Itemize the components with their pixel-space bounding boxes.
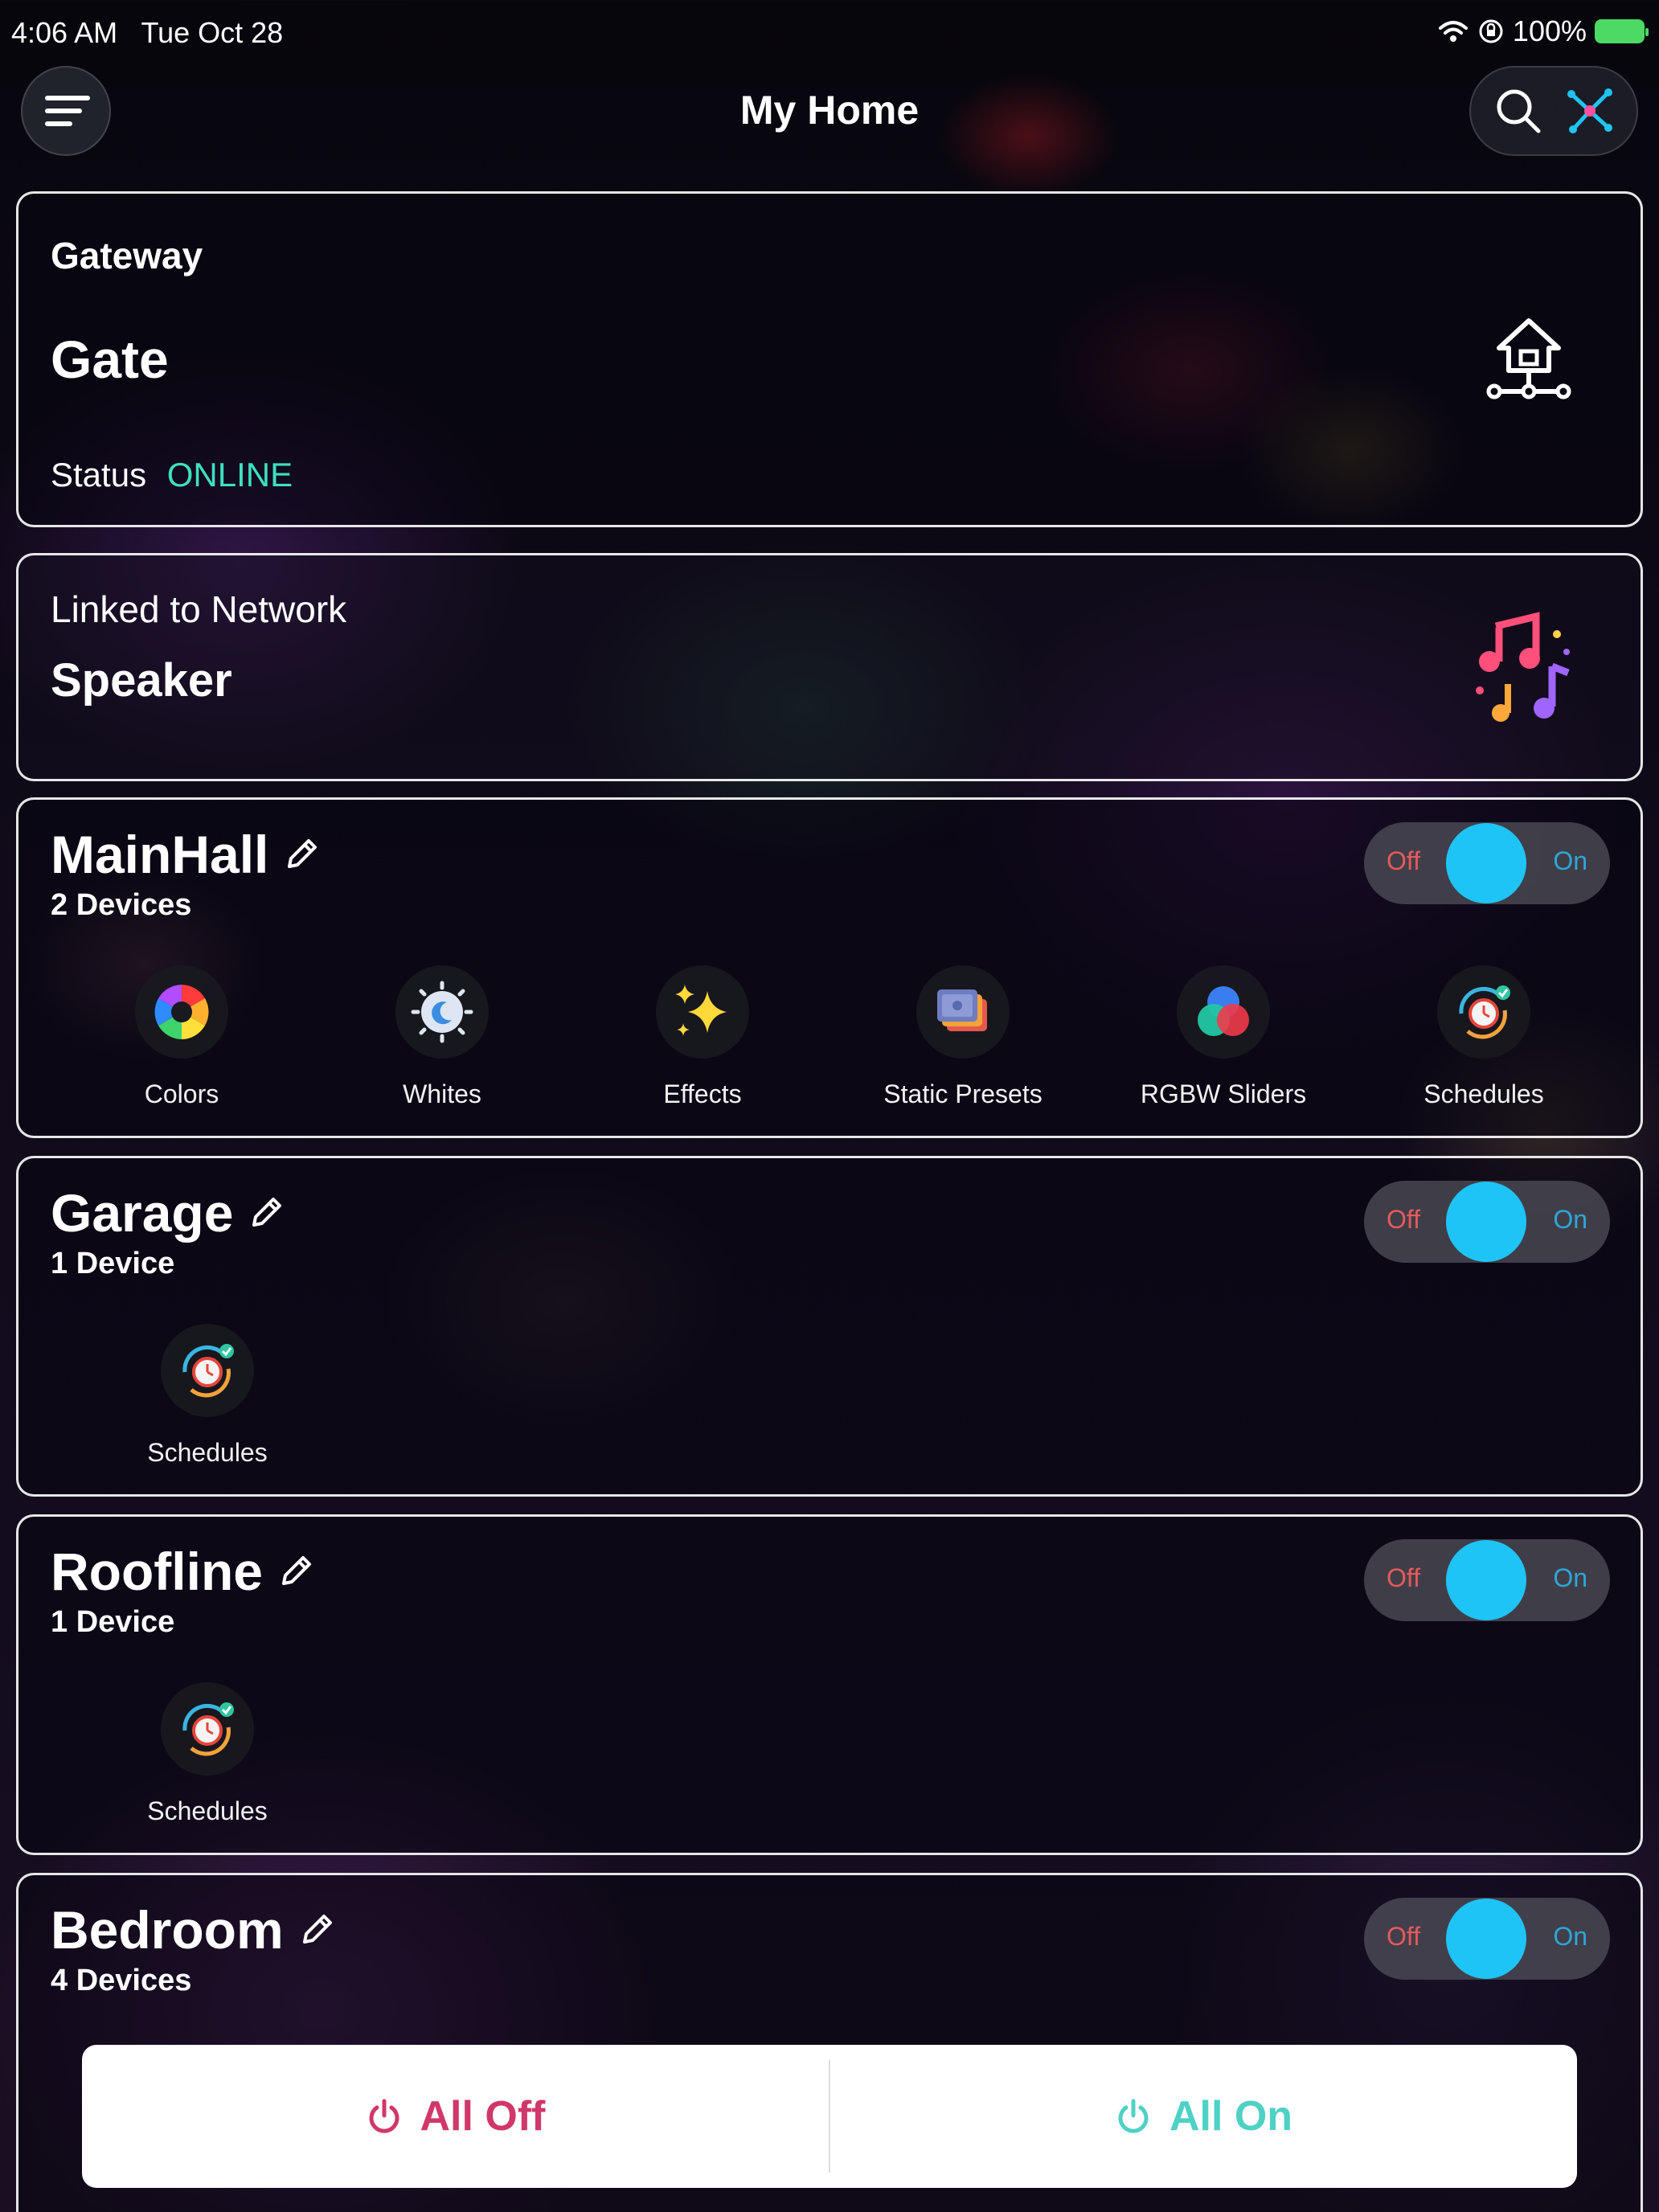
gateway-name: Gate [51, 330, 169, 389]
timer-icon [161, 1682, 254, 1776]
status-indicators: 100% [1437, 14, 1649, 48]
gateway-status: Status ONLINE [51, 456, 293, 494]
toggle-off-label: Off [1387, 1205, 1421, 1234]
gateway-card[interactable]: Gateway Gate Status ONLINE [16, 191, 1643, 527]
device-count: 4 Devices [51, 1964, 192, 1997]
sparkles-icon [656, 965, 749, 1059]
room-title: MainHall [51, 825, 269, 884]
room-power-toggle[interactable]: Off On [1364, 1898, 1610, 1980]
room-card-roofline[interactable]: Roofline 1 Device Off On Schedules [16, 1514, 1643, 1855]
speaker-name: Speaker [51, 654, 232, 707]
feature-row: Schedules [18, 1682, 1645, 1827]
speaker-card[interactable]: Linked to Network Speaker [16, 553, 1643, 781]
toggle-knob[interactable] [1446, 1182, 1526, 1262]
room-power-toggle[interactable]: Off On [1364, 1181, 1610, 1263]
room-name: Garage [51, 1182, 285, 1243]
feature-label: Schedules [147, 1796, 268, 1825]
power-icon [1118, 2099, 1149, 2133]
room-name: MainHall [51, 824, 320, 885]
speaker-label: Linked to Network [51, 588, 347, 630]
toggle-off-label: Off [1387, 1922, 1421, 1951]
feature-colors[interactable]: Colors [69, 965, 294, 1109]
status-bar: 4:06 AM Tue Oct 28 100% [0, 0, 1659, 64]
all-on-label: All On [1169, 2093, 1293, 2140]
home-network-icon [1486, 318, 1571, 399]
toggle-on-label: On [1553, 1922, 1587, 1951]
room-power-toggle[interactable]: Off On [1364, 822, 1610, 904]
timer-icon [161, 1324, 254, 1417]
pencil-icon[interactable] [298, 1911, 335, 1948]
feature-label: RGBW Sliders [1140, 1079, 1307, 1108]
feature-schedules[interactable]: Schedules [1371, 965, 1596, 1109]
clock-date: Tue Oct 28 [141, 16, 284, 49]
pencil-icon[interactable] [248, 1194, 285, 1231]
device-count: 1 Device [51, 1605, 175, 1639]
all-on-button[interactable]: All On [830, 2045, 1577, 2188]
room-card-mainhall[interactable]: MainHall 2 Devices Off On Colors Whites … [16, 797, 1643, 1138]
room-name: Bedroom [51, 1899, 335, 1960]
timer-icon [1437, 965, 1530, 1059]
power-icon [369, 2099, 399, 2133]
toggle-off-label: Off [1387, 1563, 1421, 1592]
feature-static-presets[interactable]: Static Presets [850, 965, 1075, 1109]
toggle-on-label: On [1553, 1563, 1587, 1592]
feature-label: Schedules [147, 1438, 268, 1467]
rgb-circles-icon [1177, 965, 1270, 1059]
search-icon[interactable] [1490, 83, 1546, 139]
room-power-toggle[interactable]: Off On [1364, 1539, 1610, 1621]
room-title: Garage [51, 1183, 234, 1243]
color-wheel-icon [135, 965, 228, 1059]
toggle-knob[interactable] [1446, 823, 1526, 903]
status-label: Status [51, 456, 147, 494]
pencil-icon[interactable] [283, 836, 320, 873]
feature-rgbw-sliders[interactable]: RGBW Sliders [1111, 965, 1336, 1109]
all-off-label: All Off [420, 2093, 546, 2140]
feature-whites[interactable]: Whites [330, 965, 555, 1109]
gateway-label: Gateway [51, 235, 203, 276]
room-name: Roofline [51, 1541, 314, 1602]
status-value: ONLINE [166, 456, 293, 494]
battery-percent: 100% [1512, 14, 1587, 47]
feature-row: Schedules [18, 1324, 1645, 1469]
status-time: 4:06 AM Tue Oct 28 [11, 16, 283, 50]
all-off-button[interactable]: All Off [82, 2045, 829, 2188]
toggle-knob[interactable] [1446, 1899, 1526, 1979]
feature-label: Effects [663, 1079, 742, 1108]
bottom-action-bar: All Off All On [82, 2045, 1577, 2188]
feature-row: Colors Whites Effects Static Presets RGB… [18, 965, 1645, 1110]
pencil-icon[interactable] [277, 1553, 314, 1590]
room-title: Bedroom [51, 1900, 284, 1960]
header-actions [1469, 66, 1638, 156]
device-count: 1 Device [51, 1247, 175, 1280]
room-title: Roofline [51, 1542, 263, 1601]
feature-label: Static Presets [883, 1079, 1043, 1108]
device-count: 2 Devices [51, 888, 192, 922]
clock-time: 4:06 AM [11, 16, 118, 49]
sun-moon-icon [395, 965, 489, 1059]
orientation-lock-icon [1479, 19, 1503, 43]
feature-label: Whites [403, 1079, 481, 1108]
toggle-off-label: Off [1387, 846, 1421, 875]
feature-label: Colors [144, 1079, 219, 1108]
toggle-on-label: On [1553, 846, 1587, 875]
music-notes-icon [1476, 612, 1570, 722]
feature-effects[interactable]: Effects [590, 965, 815, 1109]
network-icon[interactable] [1562, 83, 1618, 139]
feature-schedules[interactable]: Schedules [95, 1682, 320, 1826]
feature-label: Schedules [1423, 1079, 1544, 1108]
room-card-garage[interactable]: Garage 1 Device Off On Schedules [16, 1156, 1643, 1497]
wifi-icon [1438, 21, 1468, 42]
toggle-knob[interactable] [1446, 1540, 1526, 1620]
feature-schedules[interactable]: Schedules [95, 1324, 320, 1468]
presets-stack-icon [916, 965, 1010, 1059]
toggle-on-label: On [1553, 1205, 1587, 1234]
battery-icon [1595, 19, 1649, 43]
page-title: My Home [739, 88, 920, 133]
